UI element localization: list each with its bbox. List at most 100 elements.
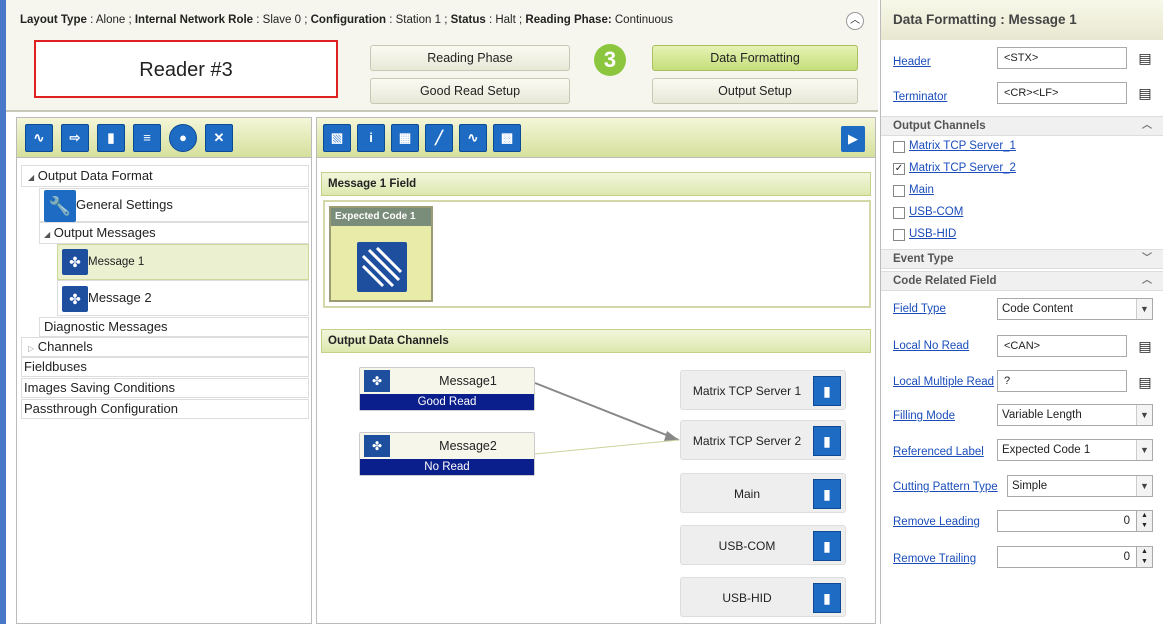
panel-title: Data Formatting : Message 1 xyxy=(881,0,1163,40)
plug-icon: ▮ xyxy=(813,531,841,561)
list-icon[interactable]: ≡ xyxy=(133,124,161,152)
local-no-read-field[interactable]: <CAN> xyxy=(997,335,1127,357)
data-formatting-button[interactable]: Data Formatting xyxy=(652,45,858,71)
top-bar: Layout Type : Alone ; Internal Network R… xyxy=(0,0,878,624)
tree-fieldbuses[interactable]: Fieldbuses xyxy=(21,357,309,377)
tree-general-settings[interactable]: 🔧 General Settings xyxy=(39,188,309,222)
link-message1 xyxy=(534,382,680,441)
check-label[interactable]: Matrix TCP Server_1 xyxy=(909,140,1016,152)
node-message1[interactable]: ✤ Message1 Good Read xyxy=(359,367,535,411)
event-type-section[interactable]: Event Type ﹀ xyxy=(881,249,1163,269)
local-no-read-link[interactable]: Local No Read xyxy=(893,340,969,352)
plug-icon[interactable]: ▮ xyxy=(97,124,125,152)
field-type-select[interactable]: Code Content ▼ xyxy=(997,298,1153,320)
checkbox-main[interactable] xyxy=(893,185,905,197)
plug-icon: ▮ xyxy=(813,426,841,456)
checkbox-matrix-tcp-2[interactable]: ✓ xyxy=(893,163,905,175)
check-label[interactable]: Main xyxy=(909,184,934,196)
remove-leading-spinner[interactable]: 0 ▲ ▼ xyxy=(997,510,1153,532)
puzzle-icon: ✤ xyxy=(62,248,88,275)
chevron-down-icon: ﹀ xyxy=(1142,253,1152,264)
expand-icon: ◢ xyxy=(44,230,51,239)
delete-icon[interactable]: ✕ xyxy=(205,124,233,152)
filling-mode-select[interactable]: Variable Length ▼ xyxy=(997,404,1153,426)
collapsed-icon: ▷ xyxy=(28,344,35,353)
tree-message-1[interactable]: ✤ Message 1 xyxy=(57,244,309,280)
header-link[interactable]: Header xyxy=(893,56,931,68)
plug-icon: ▮ xyxy=(813,376,841,406)
tree-output-data-format[interactable]: ◢ Output Data Format xyxy=(21,165,309,187)
node-label: Message2 xyxy=(439,439,497,453)
filling-mode-link[interactable]: Filling Mode xyxy=(893,410,955,422)
tree-channels[interactable]: ▷ Channels xyxy=(21,337,309,357)
record-icon[interactable]: ● xyxy=(169,124,197,152)
dropdown-arrow-icon: ▼ xyxy=(1136,405,1152,425)
good-read-setup-button[interactable]: Good Read Setup xyxy=(370,78,570,104)
cutting-pattern-select[interactable]: Simple ▼ xyxy=(1007,475,1153,497)
collapse-icon[interactable]: ︿ xyxy=(846,12,864,30)
tree-diagnostic-messages[interactable]: Diagnostic Messages xyxy=(39,317,309,337)
tree-output-messages[interactable]: ◢ Output Messages xyxy=(39,222,309,244)
reader-label: Reader #3 xyxy=(34,40,338,98)
puzzle-icon: ✤ xyxy=(364,435,390,457)
waveform-icon[interactable]: ∿ xyxy=(25,124,53,152)
expand-icon: ◢ xyxy=(28,173,35,182)
reading-phase-button[interactable]: Reading Phase xyxy=(370,45,570,71)
remove-trailing-link[interactable]: Remove Trailing xyxy=(893,553,976,565)
header-field[interactable]: <STX> xyxy=(997,47,1127,69)
puzzle-icon: ✤ xyxy=(364,370,390,392)
cutting-pattern-link[interactable]: Cutting Pattern Type xyxy=(893,481,998,493)
edit-table-icon[interactable]: ▤ xyxy=(1137,338,1153,354)
spinner-arrows-icon[interactable]: ▲ ▼ xyxy=(1136,547,1152,567)
arrow-head xyxy=(664,431,679,441)
code-related-section[interactable]: Code Related Field ︿ xyxy=(881,271,1163,291)
remove-trailing-spinner[interactable]: 0 ▲ ▼ xyxy=(997,546,1153,568)
terminator-field[interactable]: <CR><LF> xyxy=(997,82,1127,104)
check-label[interactable]: Matrix TCP Server_2 xyxy=(909,162,1016,174)
channel-main[interactable]: Main ▮ xyxy=(680,473,846,513)
checkbox-matrix-tcp-1[interactable] xyxy=(893,141,905,153)
link-message2 xyxy=(534,439,680,455)
node-status: No Read xyxy=(360,459,534,475)
field-type-link[interactable]: Field Type xyxy=(893,303,946,315)
channel-usb-hid[interactable]: USB-HID ▮ xyxy=(680,577,846,617)
check-label[interactable]: USB-HID xyxy=(909,228,956,240)
export-icon[interactable]: ⇨ xyxy=(61,124,89,152)
referenced-label-select[interactable]: Expected Code 1 ▼ xyxy=(997,439,1153,461)
output-channels-section[interactable]: Output Channels ︿ xyxy=(881,116,1163,136)
channel-matrix-tcp-1[interactable]: Matrix TCP Server 1 ▮ xyxy=(680,370,846,410)
dropdown-arrow-icon: ▼ xyxy=(1136,299,1152,319)
edit-table-icon[interactable]: ▤ xyxy=(1137,50,1153,66)
checkbox-usb-hid[interactable] xyxy=(893,229,905,241)
left-accent-bar xyxy=(0,0,6,624)
remove-leading-link[interactable]: Remove Leading xyxy=(893,516,980,528)
puzzle-icon: ✤ xyxy=(62,285,88,312)
plug-icon: ▮ xyxy=(813,583,841,613)
chevron-up-icon: ︿ xyxy=(1142,120,1152,131)
referenced-label-link[interactable]: Referenced Label xyxy=(893,446,984,458)
checkbox-usb-com[interactable] xyxy=(893,207,905,219)
status-line: Layout Type : Alone ; Internal Network R… xyxy=(20,14,674,26)
node-message2[interactable]: ✤ Message2 No Read xyxy=(359,432,535,476)
spinner-arrows-icon[interactable]: ▲ ▼ xyxy=(1136,511,1152,531)
tree-images-saving[interactable]: Images Saving Conditions xyxy=(21,378,309,398)
tree-passthrough[interactable]: Passthrough Configuration xyxy=(21,399,309,419)
check-label[interactable]: USB-COM xyxy=(909,206,963,218)
local-multiple-read-link[interactable]: Local Multiple Read xyxy=(893,376,994,388)
terminator-link[interactable]: Terminator xyxy=(893,91,947,103)
output-setup-button[interactable]: Output Setup xyxy=(652,78,858,104)
left-toolbar: ∿ ⇨ ▮ ≡ ● ✕ xyxy=(17,118,311,158)
channel-matrix-tcp-2[interactable]: Matrix TCP Server 2 ▮ xyxy=(680,420,846,460)
local-multiple-read-field[interactable]: ? xyxy=(997,370,1127,392)
tree-message-2[interactable]: ✤ Message 2 xyxy=(57,280,309,316)
edit-table-icon[interactable]: ▤ xyxy=(1137,374,1153,390)
node-status: Good Read xyxy=(360,394,534,410)
chevron-up-icon: ︿ xyxy=(1142,275,1152,286)
edit-table-icon[interactable]: ▤ xyxy=(1137,85,1153,101)
node-label: Message1 xyxy=(439,374,497,388)
center-panel: ▧ i ▦ ╱ ∿ ▩ ▶ Message 1 Field Expected C… xyxy=(316,117,876,624)
channel-usb-com[interactable]: USB-COM ▮ xyxy=(680,525,846,565)
dropdown-arrow-icon: ▼ xyxy=(1136,476,1152,496)
dropdown-arrow-icon: ▼ xyxy=(1136,440,1152,460)
left-panel: ∿ ⇨ ▮ ≡ ● ✕ ◢ Output Data Format 🔧 Genera… xyxy=(16,117,312,624)
